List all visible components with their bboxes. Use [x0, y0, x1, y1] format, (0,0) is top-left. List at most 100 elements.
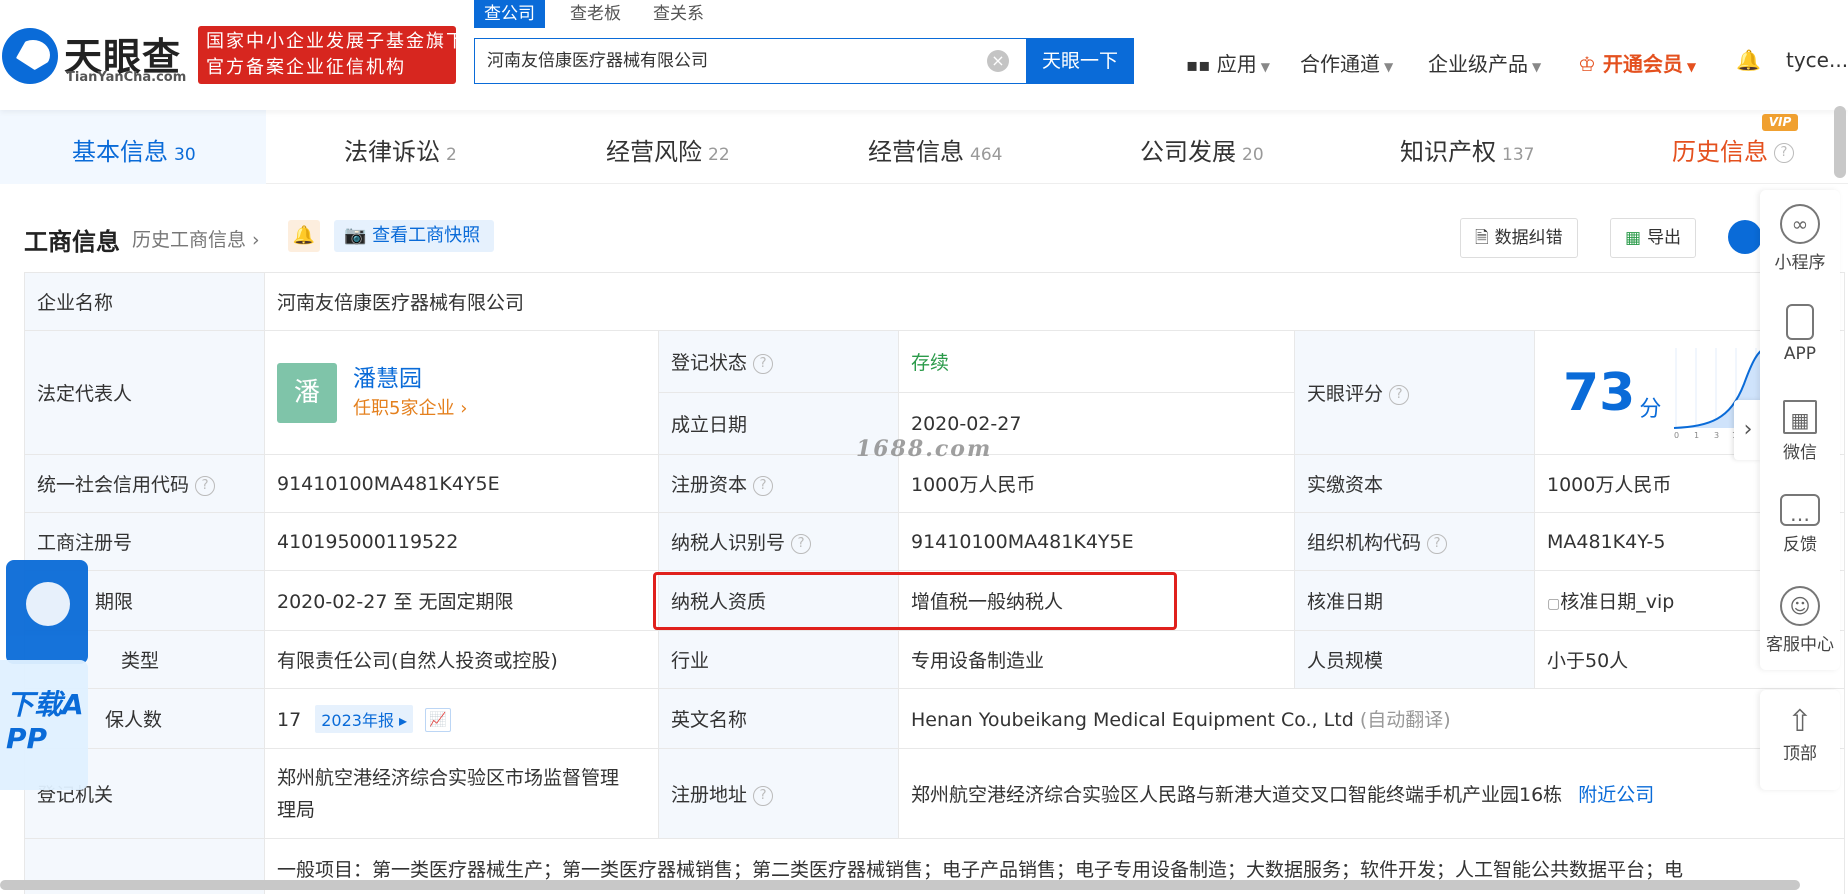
excel-icon: ▦ [1625, 228, 1642, 248]
help-icon[interactable]: ? [753, 353, 774, 374]
chevron-down-icon: ▼ [1384, 60, 1394, 74]
horizontal-scrollbar[interactable] [0, 880, 1800, 890]
search-button[interactable]: 天眼一下 [1026, 38, 1134, 84]
download-app-label: 下载APP [6, 688, 84, 755]
nearby-companies-link[interactable]: 附近公司 [1578, 784, 1654, 806]
logo-eye-icon [2, 28, 58, 84]
avatar[interactable]: 潘 [277, 362, 337, 423]
help-icon[interactable]: ? [195, 475, 216, 496]
term-value: 2020-02-27 至 无固定期限 [264, 570, 659, 631]
official-banner[interactable]: 国家中小企业发展子基金旗下 官方备案企业征信机构 [198, 26, 466, 84]
headset-icon: ☺ [1780, 586, 1820, 626]
rail-mini-program[interactable]: ∞ 小程序 [1760, 204, 1840, 273]
snapshot-button[interactable]: 📷 查看工商快照 [334, 220, 494, 252]
banner-line-1: 国家中小企业发展子基金旗下 [206, 31, 466, 52]
legal-rep-cell: 潘 潘慧园 任职5家企业 › [264, 330, 659, 455]
tianyancha-logo[interactable]: 天眼查 TianYanCha.com [2, 26, 192, 86]
search-tab-relation[interactable]: 查关系 [653, 0, 704, 28]
reg-status-value: 存续 [898, 330, 1295, 393]
annual-report-badge[interactable]: 2023年报 ▸ [315, 704, 414, 733]
tab-basic-info[interactable]: 基本信息 30 [72, 132, 196, 167]
chat-icon: … [1780, 494, 1820, 526]
history-info-link[interactable]: 历史工商信息 › [132, 225, 260, 252]
watermark: 1688.com [856, 436, 993, 462]
legal-rep-companies-link[interactable]: 任职5家企业 › [353, 395, 467, 423]
tab-ip[interactable]: 知识产权 137 [1400, 132, 1534, 167]
back-to-top[interactable]: ⇧ 顶部 [1760, 690, 1840, 790]
approve-date-label: 核准日期 [1294, 570, 1535, 631]
trend-chart-icon[interactable]: 📈 [425, 708, 452, 732]
help-icon[interactable]: ? [791, 533, 812, 554]
section-title: 工商信息 [24, 228, 120, 256]
nav-enterprise[interactable]: 企业级产品 ▼ [1428, 48, 1541, 77]
industry-label: 行业 [658, 630, 899, 689]
monitor-bell-icon[interactable]: 🔔 [288, 220, 320, 252]
tab-risk[interactable]: 经营风险 22 [606, 132, 730, 167]
section-tabs: 基本信息 30 法律诉讼 2 经营风险 22 经营信息 464 公司发展 20 知识产权 1… [0, 110, 1848, 184]
user-menu[interactable]: tyce... [1786, 48, 1848, 72]
help-icon[interactable]: ? [1389, 384, 1410, 405]
score-unit: 分 [1639, 396, 1662, 422]
download-app-panel[interactable]: 下载APP [0, 560, 88, 790]
legal-rep-name-link[interactable]: 潘慧园 [353, 363, 467, 395]
vertical-scrollbar[interactable] [1834, 106, 1846, 178]
nav-partners[interactable]: 合作通道 ▼ [1300, 48, 1393, 77]
tab-business[interactable]: 经营信息 464 [868, 132, 1002, 167]
help-icon[interactable]: ? [753, 785, 774, 806]
clear-search-icon[interactable]: × [987, 50, 1009, 72]
tab-development[interactable]: 公司发展 20 [1140, 132, 1264, 167]
english-name-value: Henan Youbeikang Medical Equipment Co., … [911, 709, 1354, 731]
top-header: 天眼查 TianYanCha.com 国家中小企业发展子基金旗下 官方备案企业征… [0, 0, 1848, 110]
rail-customer-service[interactable]: ☺ 客服中心 [1760, 586, 1840, 655]
app-logo-icon [6, 560, 88, 664]
reg-no-value: 410195000119522 [264, 512, 659, 571]
reg-authority-line-2: 理局 [277, 798, 316, 821]
vip-badge: VIP [1762, 114, 1798, 131]
expand-arrow-icon[interactable]: › [1734, 400, 1762, 460]
rail-feedback[interactable]: … 反馈 [1760, 494, 1840, 555]
phone-icon [1786, 304, 1814, 340]
company-name-label: 企业名称 [24, 272, 265, 331]
help-icon: ? [1774, 143, 1794, 163]
data-correction-button[interactable]: 🗎 数据纠错 [1460, 218, 1578, 258]
apps-grid-icon: ▪▪ [1186, 55, 1211, 76]
rail-wechat[interactable]: ▦ 微信 [1760, 400, 1840, 463]
crown-icon: ♔ [1578, 52, 1596, 76]
camera-icon: 📷 [344, 225, 367, 246]
paid-capital-label: 实缴资本 [1294, 454, 1535, 513]
right-float-rail: ∞ 小程序 APP ▦ 微信 … 反馈 ☺ 客服中心 [1760, 190, 1840, 670]
english-name-label: 英文名称 [658, 688, 899, 749]
reg-capital-value: 1000万人民币 [898, 454, 1295, 513]
address-cell: 郑州航空港经济综合实验区人民路与新港大道交叉口智能终端手机产业园16栋 附近公司 [897, 748, 1846, 839]
type-value: 有限责任公司(自然人投资或控股) [264, 630, 659, 689]
reg-authority-line-1: 郑州航空港经济综合实验区市场监督管理 [277, 766, 620, 789]
nav-apps[interactable]: ▪▪ 应用 ▼ [1186, 48, 1270, 77]
chevron-down-icon: ▼ [1260, 60, 1270, 74]
search-tab-boss[interactable]: 查老板 [570, 0, 621, 28]
insured-cell: 17 2023年报 ▸ 📈 [264, 688, 659, 749]
help-icon[interactable]: ? [753, 475, 774, 496]
industry-value: 专用设备制造业 [898, 630, 1295, 689]
score-label: 天眼评分? [1294, 330, 1535, 455]
taxpayer-id-label: 纳税人识别号? [658, 512, 899, 571]
chevron-down-icon: ▼ [1532, 60, 1542, 74]
rail-app[interactable]: APP [1760, 304, 1840, 364]
highlight-box [653, 572, 1177, 630]
export-button[interactable]: ▦ 导出 [1610, 218, 1697, 258]
banner-line-2: 官方备案企业征信机构 [206, 57, 406, 78]
tab-history[interactable]: 历史信息? [1672, 132, 1794, 167]
tab-legal[interactable]: 法律诉讼 2 [344, 132, 457, 167]
help-icon[interactable]: ? [1427, 533, 1448, 554]
auto-translate-note: (自动翻译) [1359, 709, 1451, 731]
org-code-label: 组织机构代码? [1294, 512, 1535, 571]
search-input[interactable]: 河南友倍康医疗器械有限公司 [474, 38, 1026, 84]
reg-capital-label: 注册资本? [658, 454, 899, 513]
chevron-down-icon: ▼ [1686, 60, 1697, 74]
bell-icon[interactable]: 🔔 [1736, 48, 1761, 72]
search-tab-company[interactable]: 查公司 [474, 0, 545, 28]
chart-tick: 0 [1674, 431, 1679, 440]
credit-code-value: 91410100MA481K4Y5E [264, 454, 659, 513]
nav-vip[interactable]: ♔ 开通会员 ▼ [1578, 48, 1696, 77]
score-value: 73 [1563, 362, 1636, 423]
chart-tick: 3 [1714, 431, 1719, 440]
